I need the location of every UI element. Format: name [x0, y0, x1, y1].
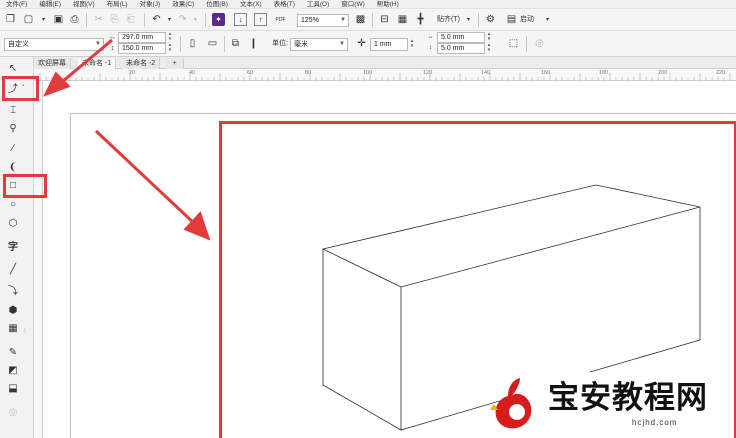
watermark-text: 宝安教程网 — [548, 380, 708, 416]
shape-tool-highlight — [2, 76, 39, 101]
arrow-to-shape-tool — [61, 38, 113, 84]
site-logo-icon — [490, 378, 532, 429]
watermark: 宝安教程网 hcjhd.com — [484, 374, 734, 438]
arrow-head-icon — [42, 71, 71, 97]
annotation-arrows — [42, 38, 211, 241]
rectangle-tool-highlight — [3, 174, 47, 198]
arrow-to-drawing — [94, 129, 198, 227]
watermark-url: hcjhd.com — [632, 418, 678, 427]
